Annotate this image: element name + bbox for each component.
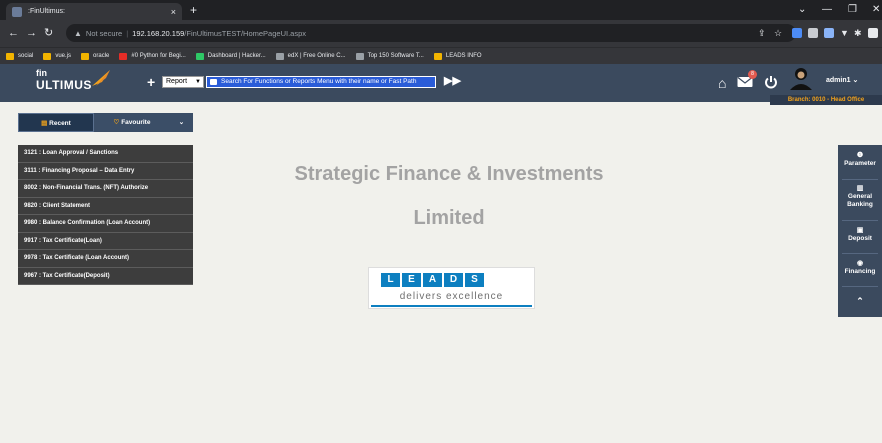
share-icon[interactable]: ⇪	[758, 26, 766, 40]
new-tab-button[interactable]: +	[190, 3, 197, 17]
function-search-input[interactable]: Search For Functions or Reports Menu wit…	[206, 76, 436, 88]
address-bar-row: ← → ↻ ▲ Not secure | 192.168.20.159 /Fin…	[0, 20, 882, 47]
list-item[interactable]: 9967 : Tax Certificate(Deposit)	[18, 268, 193, 285]
logo-swoosh-icon	[92, 70, 110, 86]
tab-recent[interactable]: ▤ Recent	[18, 113, 94, 132]
list-item[interactable]: 9917 : Tax Certificate(Loan)	[18, 233, 193, 250]
browser-tab-bar: :FinUltimus: × + ⌄ — ❐ ✕	[0, 0, 882, 20]
bookmark-item[interactable]: oracle	[81, 52, 109, 60]
minimize-icon[interactable]: —	[822, 3, 832, 17]
list-item[interactable]: 9978 : Tax Certificate (Loan Account)	[18, 250, 193, 268]
url-field[interactable]: ▲ Not secure | 192.168.20.159 /FinUltimu…	[66, 24, 796, 42]
bookmark-item[interactable]: edX | Free Online C...	[275, 52, 346, 60]
folder-icon	[81, 52, 90, 60]
chevron-down-icon: ▼	[195, 79, 201, 85]
search-icon	[210, 79, 217, 85]
money-icon: ▣	[856, 227, 864, 234]
company-name-line2: Limited	[413, 207, 485, 229]
bookmarks-bar: social vue.js oracle #0 Python for Begi.…	[0, 47, 882, 64]
folder-icon	[6, 52, 14, 60]
side-panel-icon[interactable]	[868, 28, 878, 38]
list-item[interactable]: 9980 : Balance Confirmation (Loan Accoun…	[18, 215, 193, 233]
list-icon: ▤	[41, 120, 48, 127]
chevron-down-icon[interactable]: ⌄	[170, 113, 193, 132]
close-window-icon[interactable]: ✕	[872, 3, 880, 17]
leads-letter: S	[465, 273, 484, 287]
search-type-select[interactable]: Report ▼	[162, 76, 204, 88]
bookmark-item[interactable]: LEADS INFO	[433, 52, 482, 60]
extensions-puzzle-icon[interactable]: ✱	[854, 26, 862, 40]
module-sidebar: ❶ Parameter ▥ General Banking ▣ Deposit …	[838, 145, 882, 317]
bookmark-item[interactable]: Top 150 Software T...	[355, 52, 424, 60]
sidebar-item-financing[interactable]: ◉ Financing	[838, 260, 882, 276]
reload-icon[interactable]: ↻	[44, 26, 53, 40]
sidebar-item-general-banking[interactable]: ▥ General Banking	[838, 185, 882, 209]
url-path: /FinUltimusTEST/HomePageUI.aspx	[184, 28, 306, 38]
leads-tagline: delivers excellence	[399, 291, 504, 302]
bookmark-star-icon[interactable]: ☆	[774, 26, 782, 40]
leads-underline	[371, 305, 532, 307]
eye-icon: ◉	[856, 260, 864, 267]
bookmark-item[interactable]: vue.js	[43, 52, 71, 60]
url-separator: |	[126, 28, 129, 38]
list-item[interactable]: 3111 : Financing Proposal – Data Entry	[18, 163, 193, 180]
back-icon[interactable]: ←	[8, 26, 19, 40]
youtube-icon	[119, 52, 128, 60]
page-favicon-icon	[12, 6, 22, 17]
bookmark-item[interactable]: Dashboard | Hacker...	[195, 52, 266, 60]
leads-logo: L E A D S delivers excellence	[368, 267, 535, 309]
company-name: Strategic Finance & Investments Limited	[247, 152, 651, 240]
extension-icon[interactable]	[808, 28, 818, 38]
branch-label: Branch: 0010 - Head Office	[770, 95, 882, 105]
go-forward-icon[interactable]: ▶▶	[444, 74, 461, 88]
info-icon: ❶	[856, 152, 864, 159]
leads-letter: D	[444, 273, 463, 287]
add-icon[interactable]: +	[147, 75, 155, 89]
tab-title: :FinUltimus:	[28, 8, 65, 15]
sidebar-item-parameter[interactable]: ❶ Parameter	[838, 152, 882, 168]
warning-icon: ▲	[74, 28, 82, 38]
quick-access-tabs: ▤ Recent ♡ Favourite ⌄	[18, 113, 193, 132]
user-menu[interactable]: admin1 ⌄	[826, 76, 858, 84]
tab-close-icon[interactable]: ×	[171, 7, 176, 17]
leads-letter: E	[402, 273, 421, 287]
tab-favourite[interactable]: ♡ Favourite	[94, 113, 170, 132]
company-name-line1: Strategic Finance & Investments	[294, 163, 604, 185]
globe-icon	[355, 52, 364, 60]
folder-icon	[43, 52, 52, 60]
extension-icon[interactable]	[824, 28, 834, 38]
list-item[interactable]: 3121 : Loan Approval / Sanctions	[18, 145, 193, 163]
recent-functions-list: 3121 : Loan Approval / Sanctions 3111 : …	[18, 145, 193, 285]
leads-letter: A	[423, 273, 442, 287]
leads-letter: L	[381, 273, 400, 287]
home-icon[interactable]: ⌂	[718, 76, 726, 90]
sidebar-item-deposit[interactable]: ▣ Deposit	[838, 227, 882, 243]
extension-icon[interactable]	[792, 28, 802, 38]
bank-icon: ▥	[856, 185, 864, 192]
list-item[interactable]: 8002 : Non-Financial Trans. (NFT) Author…	[18, 180, 193, 198]
notification-badge: 8	[748, 70, 757, 79]
heart-icon: ♡	[113, 119, 120, 126]
browser-tab[interactable]: :FinUltimus: ×	[6, 3, 182, 20]
forward-icon[interactable]: →	[26, 26, 37, 40]
list-item[interactable]: 9820 : Client Statement	[18, 198, 193, 215]
not-secure-label: Not secure	[85, 28, 123, 38]
vpn-icon[interactable]: ▼	[840, 26, 849, 40]
bookmark-item[interactable]: social	[6, 52, 33, 60]
chevron-up-icon[interactable]: ⌃	[838, 297, 882, 306]
power-icon[interactable]	[764, 75, 778, 89]
avatar[interactable]	[790, 66, 812, 90]
maximize-icon[interactable]: ❐	[848, 3, 857, 17]
url-host: 192.168.20.159	[132, 28, 185, 38]
hackerrank-icon	[195, 52, 204, 60]
bookmark-item[interactable]: #0 Python for Begi...	[119, 52, 186, 60]
folder-icon	[433, 52, 442, 60]
tab-search-icon[interactable]: ⌄	[798, 3, 806, 17]
edx-icon	[275, 52, 284, 60]
